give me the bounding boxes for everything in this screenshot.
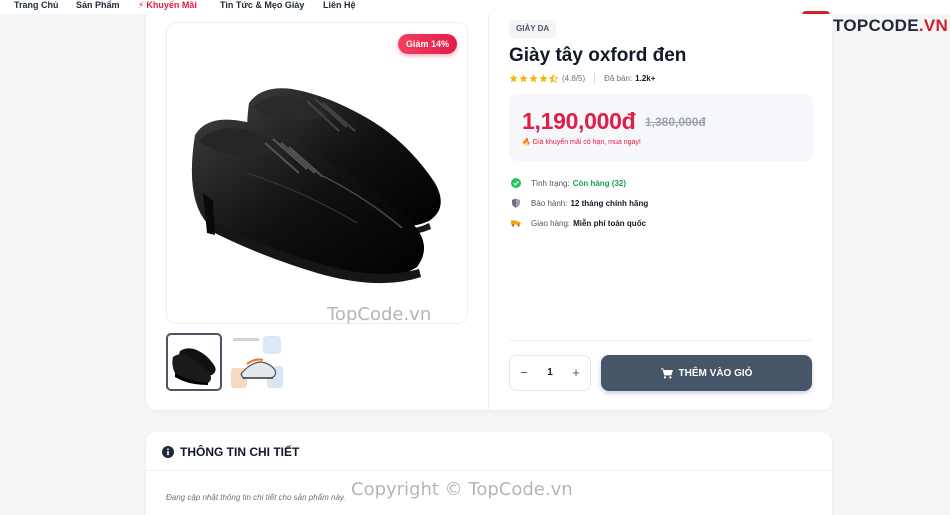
rating-stars [509, 73, 558, 83]
price-old: 1,380,000đ [645, 115, 706, 129]
quantity-increase-button[interactable]: + [564, 356, 588, 390]
quantity-decrease-button[interactable]: − [512, 356, 536, 390]
logo-text-main: TOPCODE [833, 16, 919, 35]
star-icon [509, 73, 518, 82]
thumbnail-size-chart-image [229, 334, 283, 390]
price-current: 1,190,000đ [522, 108, 636, 134]
info-icon [162, 446, 174, 458]
bolt-icon: ⚡ [138, 0, 145, 10]
detail-card: THÔNG TIN CHI TIẾT Đang cập nhật thông t… [146, 432, 832, 515]
thumbnail-shoes-image [172, 348, 216, 385]
fire-icon: 🔥 [522, 139, 533, 146]
warranty-row: Bảo hành: 12 tháng chính hãng [511, 197, 648, 209]
nav-item-contact[interactable]: Liên Hệ [323, 0, 356, 10]
price-note-text: Giá khuyến mãi có hạn, mua ngay! [532, 139, 641, 146]
star-half-icon [549, 73, 558, 83]
rating-text: (4.8/5) [562, 73, 586, 83]
quantity-value[interactable]: 1 [534, 356, 566, 390]
cart-icon [660, 367, 673, 378]
nav-item-promotions[interactable]: ⚡ Khuyến Mãi [138, 0, 197, 10]
nav-item-products[interactable]: Sản Phẩm [76, 0, 120, 10]
warranty-label: Bảo hành: [531, 198, 568, 208]
column-divider [488, 14, 489, 410]
detail-header: THÔNG TIN CHI TIẾT [146, 432, 832, 471]
star-icon [539, 73, 548, 82]
detail-body: Đang cập nhật thông tin chi tiết cho sản… [166, 493, 346, 502]
action-divider [509, 340, 813, 341]
stock-label: Tình trạng: [531, 178, 570, 188]
product-card: Giảm 14% GIÀY DA Giày tây oxford đen (4.… [146, 14, 832, 410]
shipping-row: Giao hàng: Miễn phí toàn quốc [511, 217, 646, 229]
shield-icon [512, 198, 520, 208]
logo-text-suffix: .VN [918, 16, 949, 35]
add-to-cart-label: THÊM VÀO GIỎ [678, 367, 753, 379]
star-icon [519, 73, 528, 82]
product-title: Giày tây oxford đen [509, 45, 687, 66]
nav-item-news[interactable]: Tin Tức & Mẹo Giày [220, 0, 304, 10]
shipping-value: Miễn phí toàn quốc [573, 218, 647, 228]
nav-item-home[interactable]: Trang Chủ [14, 0, 59, 10]
truck-icon [511, 220, 521, 227]
price-note: 🔥 Giá khuyến mãi có hạn, mua ngay! [522, 138, 641, 146]
thumbnail-size-chart[interactable] [228, 333, 284, 391]
detail-title: THÔNG TIN CHI TIẾT [162, 445, 299, 459]
quantity-stepper: − 1 + [509, 355, 591, 391]
stock-row: Tình trạng: Còn hàng (32) [511, 177, 626, 189]
thumbnail-shoes[interactable] [166, 333, 222, 391]
rating-row: (4.8/5) Đã bán: 1.2k+ [509, 72, 655, 84]
rating-divider [594, 73, 596, 83]
warranty-value: 12 tháng chính hãng [570, 198, 649, 208]
logo-text: TOPCODE.VN [833, 16, 948, 36]
discount-badge: Giảm 14% [397, 34, 457, 54]
category-chip[interactable]: GIÀY DA [509, 20, 557, 38]
product-main-image[interactable]: Giảm 14% [166, 22, 468, 324]
oxford-shoes-image [191, 88, 441, 284]
shipping-label: Giao hàng: [531, 218, 571, 228]
detail-title-text: THÔNG TIN CHI TIẾT [180, 445, 300, 459]
star-icon [529, 73, 538, 82]
add-to-cart-button[interactable]: THÊM VÀO GIỎ [601, 355, 812, 391]
copyright-watermark: Copyright © TopCode.vn [351, 479, 573, 500]
stock-value: Còn hàng (32) [572, 178, 627, 188]
price-box: 1,190,000đ 1,380,000đ 🔥 Giá khuyến mãi c… [509, 94, 813, 161]
sold-label: Đã bán: [604, 73, 633, 83]
sold-value: 1.2k+ [635, 73, 656, 83]
nav-item-promotions-label: Khuyến Mãi [146, 0, 197, 10]
image-watermark: TopCode.vn [327, 304, 432, 325]
check-circle-icon [511, 178, 521, 188]
